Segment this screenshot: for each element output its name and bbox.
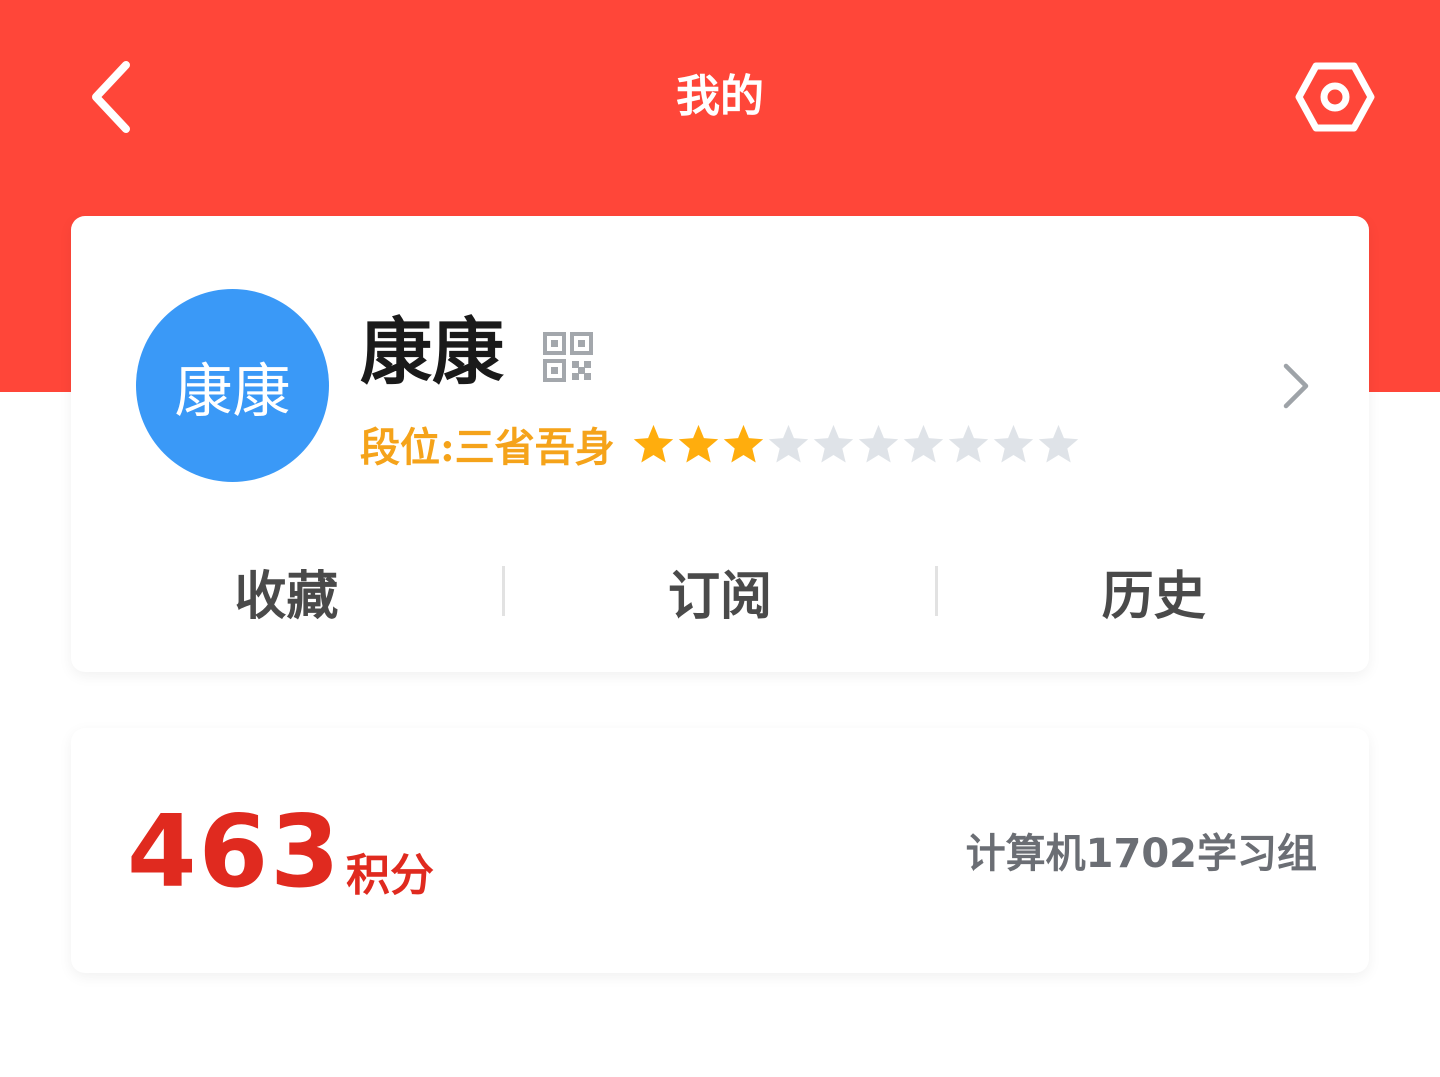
star-empty-icon xyxy=(813,424,853,462)
qr-code-icon xyxy=(543,332,593,382)
tab-favorites[interactable]: 收藏 xyxy=(71,546,502,636)
star-empty-icon xyxy=(993,424,1033,462)
rank-stars xyxy=(631,422,1081,467)
star-empty-icon xyxy=(948,424,988,462)
star-filled-icon xyxy=(678,424,718,462)
settings-button[interactable] xyxy=(1290,57,1380,137)
star-filled-icon xyxy=(723,424,763,462)
star-filled-icon xyxy=(633,424,673,462)
tab-subscriptions[interactable]: 订阅 xyxy=(505,546,936,636)
avatar[interactable]: 康康 xyxy=(136,289,329,482)
rank-label: 段位:三省吾身 xyxy=(360,424,615,471)
points-card[interactable]: 463 积分 计算机1702学习组 xyxy=(71,728,1369,973)
page-title: 我的 xyxy=(676,71,764,122)
star-empty-icon xyxy=(1038,424,1078,462)
back-button[interactable] xyxy=(70,55,150,139)
chevron-left-icon xyxy=(92,61,130,133)
profile-card: 康康 康康 段位:三省吾身 收藏 订阅 历史 xyxy=(71,216,1369,672)
my-profile-page: 我的 康康 康康 段位:三省吾身 收藏 订阅 历史 463 积分 计算机1702… xyxy=(0,0,1440,1077)
star-empty-icon xyxy=(768,424,808,462)
hexagon-gear-icon xyxy=(1295,62,1375,132)
star-empty-icon xyxy=(858,424,898,462)
profile-detail-button[interactable] xyxy=(1271,356,1321,416)
profile-tabs: 收藏 订阅 历史 xyxy=(71,546,1369,636)
study-group-name[interactable]: 计算机1702学习组 xyxy=(966,826,1317,882)
qr-code-button[interactable] xyxy=(543,332,593,382)
star-empty-icon xyxy=(903,424,943,462)
points-unit: 积分 xyxy=(346,850,434,901)
user-name: 康康 xyxy=(360,309,505,394)
chevron-right-icon xyxy=(1283,363,1309,409)
rank-row: 段位:三省吾身 xyxy=(360,414,1081,474)
tab-history[interactable]: 历史 xyxy=(938,546,1369,636)
points-value: 463 xyxy=(127,793,342,910)
